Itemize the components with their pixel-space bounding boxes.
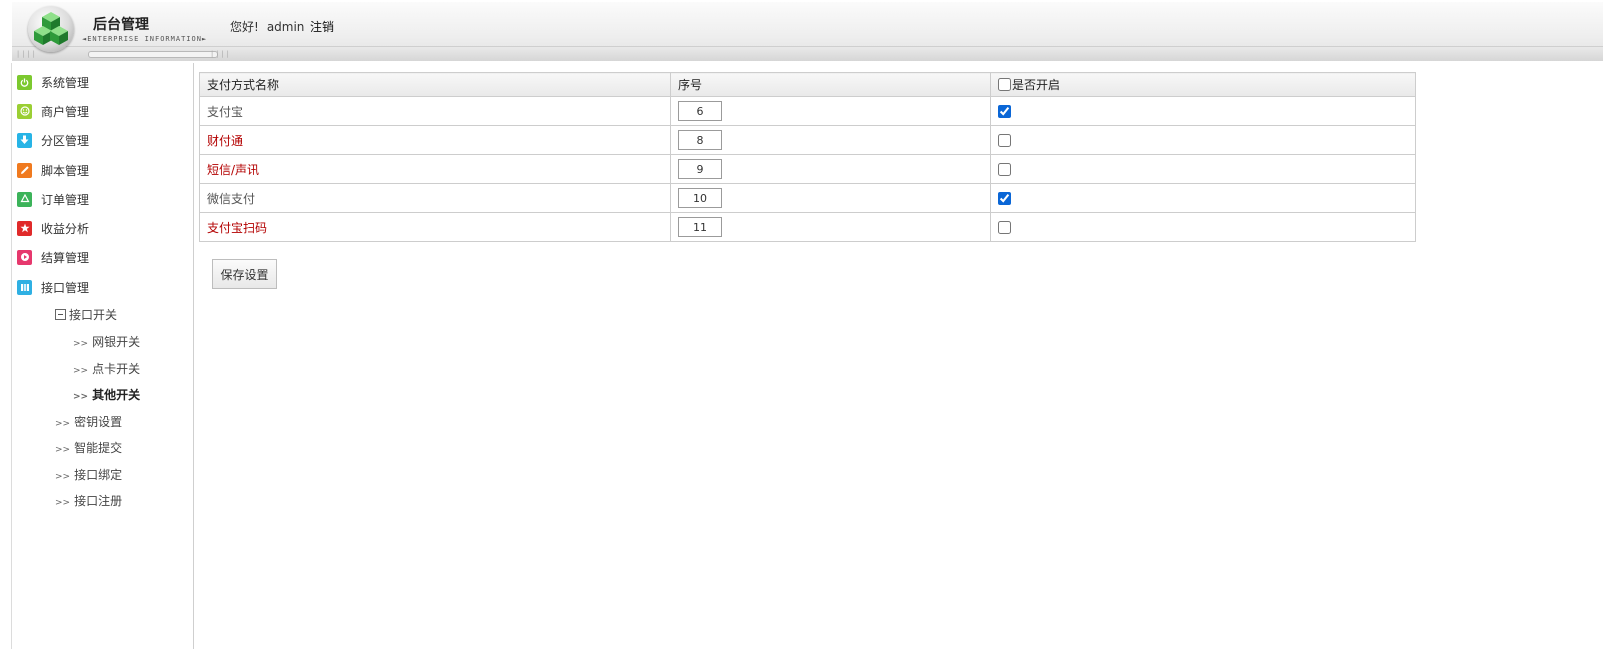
sidebar-item-card-switch[interactable]: >> 点卡开关	[73, 360, 140, 377]
play-icon	[17, 249, 32, 265]
sidebar-item-system[interactable]: 系统管理	[17, 72, 89, 92]
sidebar-item-zones[interactable]: 分区管理	[17, 130, 89, 150]
username: admin	[266, 20, 305, 34]
sidebar-item-label: 结算管理	[41, 250, 90, 265]
sidebar-item-label: 脚本管理	[41, 163, 90, 178]
download-icon	[17, 132, 32, 148]
save-settings-button[interactable]: 保存设置	[212, 259, 277, 289]
logout-link[interactable]: 注销	[310, 18, 334, 35]
payment-name: 短信/声讯	[199, 154, 671, 184]
sub-item-label: 网银开关	[92, 335, 141, 349]
enabled-checkbox[interactable]	[998, 105, 1011, 118]
sidebar-item-label: 系统管理	[41, 75, 90, 90]
sub-item-label: 其他开关	[92, 388, 141, 402]
table-row: 财付通	[199, 125, 1416, 155]
pencil-icon	[17, 162, 32, 178]
smile-icon	[17, 103, 32, 119]
table-row: 微信支付	[199, 183, 1416, 213]
sidebar-item-interfaces[interactable]: 接口管理	[17, 277, 89, 297]
sub-item-label: 智能提交	[74, 441, 123, 455]
sub-item-label: 密钥设置	[74, 415, 123, 429]
sidebar-item-orders[interactable]: 订单管理	[17, 189, 89, 209]
enabled-checkbox[interactable]	[998, 192, 1011, 205]
seq-input[interactable]	[678, 217, 722, 237]
sidebar-item-scripts[interactable]: 脚本管理	[17, 160, 89, 180]
grid-icon	[17, 279, 32, 295]
sidebar-item-keys[interactable]: >> 密钥设置	[55, 413, 122, 430]
double-arrow-icon: >>	[55, 445, 71, 455]
double-arrow-icon: >>	[73, 339, 89, 349]
seq-input[interactable]	[678, 130, 722, 150]
sidebar-item-settlement[interactable]: 结算管理	[17, 247, 89, 267]
greeting-text: 您好!	[230, 20, 259, 34]
table-row: 支付宝扫码	[199, 212, 1416, 242]
col-header-enabled-label: 是否开启	[1012, 77, 1061, 92]
double-arrow-icon: >>	[55, 472, 71, 482]
sidebar-item-register[interactable]: >> 接口注册	[55, 492, 122, 509]
sidebar-item-binding[interactable]: >> 接口绑定	[55, 466, 122, 483]
sidebar-item-bank-switch[interactable]: >> 网银开关	[73, 333, 140, 350]
subtree-interface-switch[interactable]: 接口开关	[55, 306, 117, 323]
subtree-label: 接口开关	[69, 308, 118, 322]
seq-input[interactable]	[678, 159, 722, 179]
power-icon	[17, 74, 32, 90]
logo-icon	[28, 6, 74, 52]
sub-item-label: 接口注册	[74, 494, 123, 508]
sidebar-item-other-switch[interactable]: >> 其他开关	[73, 386, 140, 403]
enabled-checkbox[interactable]	[998, 134, 1011, 147]
col-header-seq: 序号	[670, 72, 991, 97]
seq-input[interactable]	[678, 101, 722, 121]
double-arrow-icon: >>	[55, 419, 71, 429]
enabled-checkbox[interactable]	[998, 163, 1011, 176]
table-row: 短信/声讯	[199, 154, 1416, 184]
star-icon	[17, 220, 32, 236]
sub-item-label: 点卡开关	[92, 362, 141, 376]
greeting: 您好! admin	[230, 18, 304, 35]
sidebar-item-merchants[interactable]: 商户管理	[17, 101, 89, 121]
col-header-enabled: 是否开启	[990, 72, 1416, 97]
select-all-checkbox[interactable]	[998, 77, 1011, 91]
payment-methods-table: 支付方式名称 序号 是否开启 支付宝 财付通 短信/声讯	[199, 72, 1416, 242]
sidebar-item-label: 收益分析	[41, 221, 90, 236]
sub-item-label: 接口绑定	[74, 468, 123, 482]
sidebar-item-label: 分区管理	[41, 133, 90, 148]
double-arrow-icon: >>	[73, 392, 89, 402]
sidebar-item-label: 商户管理	[41, 104, 90, 119]
payment-name: 支付宝	[199, 96, 671, 126]
enabled-checkbox[interactable]	[998, 221, 1011, 234]
sidebar-item-label: 接口管理	[41, 280, 90, 295]
recycle-icon	[17, 191, 32, 207]
sidebar-item-revenue[interactable]: 收益分析	[17, 218, 89, 238]
header-decor-strip: |||| ||||	[12, 46, 1603, 61]
brand-subtitle: ◄ENTERPRISE INFORMATION►	[82, 35, 208, 43]
sidebar	[11, 63, 194, 649]
sidebar-item-smart-submit[interactable]: >> 智能提交	[55, 439, 122, 456]
double-arrow-icon: >>	[55, 498, 71, 508]
double-arrow-icon: >>	[73, 366, 89, 376]
sidebar-item-label: 订单管理	[41, 192, 90, 207]
col-header-name: 支付方式名称	[199, 72, 671, 97]
payment-name: 财付通	[199, 125, 671, 155]
collapse-icon[interactable]	[55, 309, 66, 320]
brand-title: 后台管理	[93, 17, 149, 33]
payment-name: 微信支付	[199, 183, 671, 213]
seq-input[interactable]	[678, 188, 722, 208]
payment-name: 支付宝扫码	[199, 212, 671, 242]
table-header-row: 支付方式名称 序号 是否开启	[199, 72, 1416, 97]
table-row: 支付宝	[199, 96, 1416, 126]
